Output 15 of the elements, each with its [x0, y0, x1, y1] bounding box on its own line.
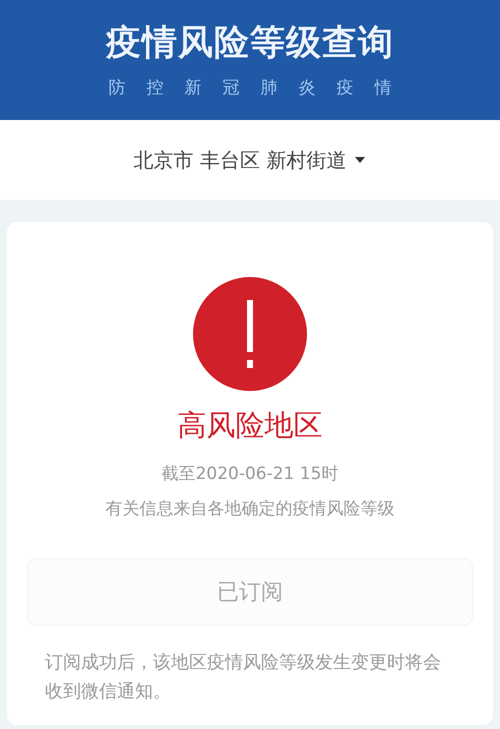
subscription-note: 订阅成功后，该地区疫情风险等级发生变更时将会收到微信通知。 [45, 651, 442, 704]
location-selector[interactable]: 北京市 丰台区 新村街道 [134, 146, 366, 174]
risk-level: 高风险地区 [178, 407, 322, 444]
subtitle-character: 肺 [260, 77, 278, 99]
page-title: 疫情风险等级查询 [106, 22, 394, 64]
subtitle-character: 防 [108, 77, 126, 99]
update-time: 截至2020-06-21 15时 [162, 463, 338, 485]
source-note: 有关信息来自各地确定的疫情风险等级 [106, 498, 394, 520]
subtitle-character: 情 [374, 77, 392, 99]
subtitle-character: 控 [146, 77, 164, 99]
subtitle-character: 疫 [336, 77, 354, 99]
subtitle-character: 冠 [222, 77, 240, 99]
subtitle-character: 炎 [298, 77, 316, 99]
caret-icon [354, 156, 366, 164]
subtitle-character: 新 [184, 77, 202, 99]
